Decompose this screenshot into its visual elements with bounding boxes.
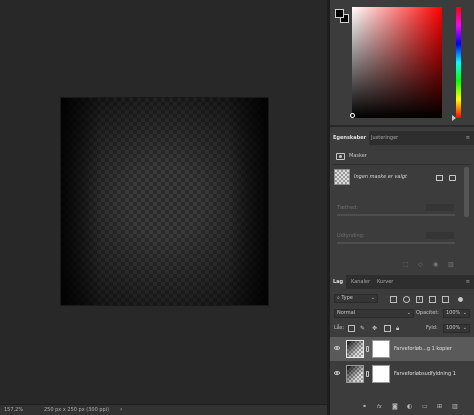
masks-header: Masker — [330, 148, 474, 164]
masks-label: Masker — [349, 153, 367, 159]
mask-status-row: Ingen maske er valgt — [330, 167, 474, 189]
chevron-down-icon: ⌄ — [462, 325, 467, 331]
layers-tabbar: Lag Kanaler Kurver ≡ — [330, 275, 474, 289]
properties-panel: Masker Ingen maske er valgt Tæthed: Udty… — [330, 145, 474, 272]
tab-curves[interactable]: Kurver — [374, 275, 396, 289]
eye-icon[interactable] — [334, 346, 340, 350]
shape-filter-icon[interactable] — [429, 296, 436, 303]
pixel-mask-icon[interactable] — [436, 175, 443, 181]
fill-label: Fyld: — [426, 325, 438, 331]
hue-slider-handle[interactable] — [452, 115, 456, 121]
apply-mask-icon[interactable]: ◇ — [418, 261, 423, 268]
lock-all-icon[interactable]: 🔒︎ — [396, 325, 403, 332]
tab-layers[interactable]: Lag — [330, 275, 347, 289]
color-spectrum-field[interactable] — [352, 7, 442, 118]
folder-icon[interactable]: ▭ — [422, 403, 428, 410]
layer-name[interactable]: Farveforløbsudfyldning 1 — [394, 371, 456, 377]
adjustment-filter-icon[interactable] — [403, 296, 410, 303]
delete-mask-icon[interactable]: ▥ — [448, 261, 454, 268]
density-slider[interactable] — [337, 214, 455, 216]
blend-mode-value: Normal — [337, 310, 356, 316]
properties-scrollbar[interactable] — [464, 167, 469, 217]
vector-mask-icon[interactable] — [449, 175, 456, 181]
layer-mask-thumbnail[interactable] — [372, 365, 390, 383]
blend-mode-dropdown[interactable]: Normal ⌄ — [334, 309, 414, 318]
adjustment-layer-icon[interactable]: ◐ — [407, 403, 412, 410]
feather-field[interactable] — [426, 232, 454, 239]
type-filter-icon[interactable]: T — [416, 296, 423, 303]
density-field[interactable] — [426, 204, 454, 211]
fx-icon[interactable]: fx — [377, 404, 382, 410]
layers-footer: ⚭ fx ◙ ◐ ▭ ⊞ ▥ — [330, 401, 474, 415]
properties-tabbar: Egenskaber Justeringer ≡ — [330, 131, 474, 145]
properties-divider — [333, 164, 471, 165]
right-panels: Egenskaber Justeringer ≡ Masker Ingen ma… — [330, 0, 474, 415]
chevron-down-icon: ⌄ — [462, 310, 467, 316]
lock-pixels-icon[interactable]: ✎ — [360, 325, 367, 332]
hue-slider[interactable] — [456, 7, 461, 118]
layer-row[interactable]: Farveforløbsudfyldning 1 — [330, 362, 474, 386]
layers-panel: ⌕ Type ⌄ T Normal ⌄ Opacitet: 100% ⌄ Lås… — [330, 289, 474, 415]
layer-mask-thumbnail[interactable] — [372, 340, 390, 358]
tab-adjustments[interactable]: Justeringer — [368, 131, 401, 145]
color-picker-cursor[interactable] — [350, 113, 355, 118]
lock-position-icon[interactable]: ✥ — [372, 325, 379, 332]
feather-label: Udtynding: — [337, 233, 365, 239]
link-icon[interactable] — [366, 346, 369, 352]
link-icon[interactable] — [366, 371, 369, 377]
zoom-level[interactable]: 157,2% — [4, 405, 23, 415]
layer-name[interactable]: Farveforløb...g 1 kopier — [394, 346, 452, 352]
gradient-fill-thumbnail[interactable] — [346, 340, 364, 358]
opacity-field[interactable]: 100% ⌄ — [443, 309, 470, 318]
status-menu-arrow[interactable]: › — [120, 405, 122, 415]
left-shadow-gradient — [61, 98, 101, 305]
document-info: 250 px x 250 px (300 ppi) — [44, 407, 110, 413]
document-canvas[interactable] — [60, 97, 269, 306]
feather-slider[interactable] — [337, 242, 455, 244]
mask-icon — [336, 153, 345, 160]
mask-thumbnail — [334, 169, 350, 185]
new-layer-icon[interactable]: ⊞ — [437, 403, 442, 410]
opacity-value: 100% — [446, 310, 461, 316]
fill-value: 100% — [446, 325, 461, 331]
layers-menu-icon[interactable]: ≡ — [466, 279, 470, 285]
canvas-area[interactable] — [0, 0, 327, 404]
layer-filter-dropdown[interactable]: ⌕ Type ⌄ — [334, 294, 378, 303]
filter-toggle-icon[interactable] — [458, 297, 463, 302]
gradient-fill-thumbnail[interactable] — [346, 365, 364, 383]
chevron-down-icon: ⌄ — [406, 310, 411, 316]
photoshop-window: 157,2% 250 px x 250 px (300 ppi) › Egens… — [0, 0, 474, 415]
load-selection-icon[interactable]: ⬚ — [403, 261, 409, 268]
layer-row[interactable]: Farveforløb...g 1 kopier — [330, 337, 474, 361]
pixel-filter-icon[interactable] — [390, 296, 397, 303]
trash-icon[interactable]: ▥ — [452, 403, 458, 410]
eye-icon[interactable] — [334, 371, 340, 375]
fill-field[interactable]: 100% ⌄ — [443, 324, 470, 333]
status-bar: 157,2% 250 px x 250 px (300 ppi) › — [0, 404, 327, 415]
lock-label: Lås: — [334, 325, 345, 331]
color-panel — [330, 0, 474, 127]
density-label: Tæthed: — [337, 205, 359, 211]
lock-artboard-icon[interactable] — [384, 325, 391, 332]
right-shadow-gradient — [228, 98, 268, 305]
lock-transparency-icon[interactable] — [348, 325, 355, 332]
filter-kind-value: Type — [341, 295, 353, 301]
link-layers-icon[interactable]: ⚭ — [362, 403, 367, 410]
mask-status-text: Ingen maske er valgt — [354, 174, 408, 180]
smart-object-filter-icon[interactable] — [442, 296, 449, 303]
chevron-down-icon: ⌄ — [370, 295, 375, 301]
tab-properties[interactable]: Egenskaber — [330, 131, 370, 145]
properties-menu-icon[interactable]: ≡ — [466, 135, 470, 141]
foreground-color-swatch[interactable] — [335, 9, 344, 18]
visibility-icon[interactable]: ◉ — [433, 261, 438, 268]
opacity-label: Opacitet: — [416, 310, 439, 316]
tab-channels[interactable]: Kanaler — [348, 275, 373, 289]
add-mask-icon[interactable]: ◙ — [392, 403, 398, 410]
